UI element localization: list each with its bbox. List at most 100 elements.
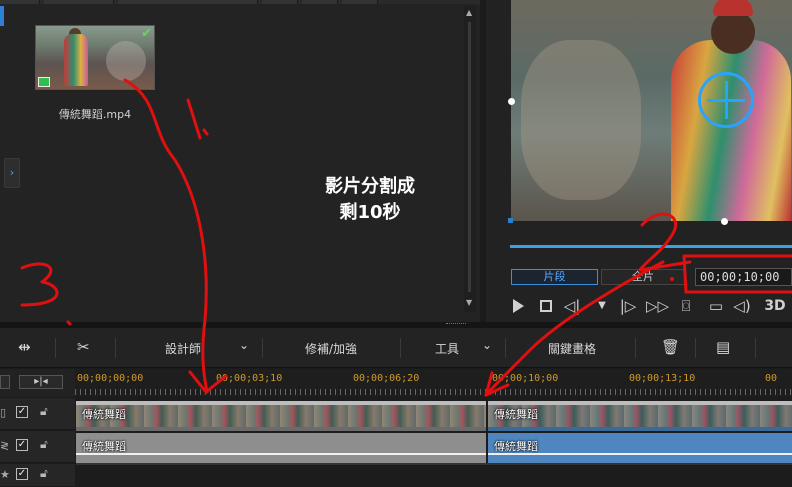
audio-clip[interactable]: 傳統舞蹈 bbox=[488, 433, 792, 463]
play-icon[interactable] bbox=[508, 295, 528, 317]
video-background-blur bbox=[521, 40, 641, 200]
lock-icon[interactable]: 🔓︎ bbox=[40, 404, 48, 419]
lock-icon[interactable]: 🔓︎ bbox=[40, 466, 48, 481]
library-tab[interactable] bbox=[302, 0, 338, 4]
track-enable-checkbox[interactable]: ✓ bbox=[16, 439, 28, 451]
expand-panel-button[interactable]: › bbox=[4, 158, 20, 188]
film-icon bbox=[38, 77, 50, 87]
separator bbox=[755, 338, 756, 358]
3d-mode-button[interactable]: 3D bbox=[762, 295, 788, 317]
video-editor-window: › ✔ 傳統舞蹈.mp4 ▲ ▼ 影片分割成 剩10秒 片段 全片 00;00;… bbox=[0, 0, 792, 487]
library-tab[interactable] bbox=[44, 0, 114, 4]
separator bbox=[635, 338, 636, 358]
library-tab[interactable] bbox=[262, 0, 298, 4]
media-library-panel: › ✔ 傳統舞蹈.mp4 ▲ ▼ bbox=[0, 0, 480, 322]
full-movie-mode-button[interactable]: 全片 bbox=[601, 269, 685, 285]
ruler-time-label: 00;00;06;20 bbox=[353, 373, 420, 384]
chevron-right-icon: › bbox=[9, 166, 15, 179]
ruler-time-label: 00 bbox=[765, 373, 778, 384]
video-track-header: ▯ ✓ 🔓︎ bbox=[0, 398, 75, 430]
audio-track-header: ≷ ✓ 🔓︎ bbox=[0, 431, 75, 463]
clip-name: 傳統舞蹈 bbox=[494, 440, 538, 453]
track-enable-checkbox[interactable]: ✓ bbox=[16, 468, 28, 480]
library-tab[interactable] bbox=[0, 0, 40, 4]
ruler-time-label: 00;00;00;00 bbox=[77, 373, 144, 384]
annotation-line-1: 影片分割成 bbox=[325, 176, 415, 197]
separator bbox=[505, 338, 506, 358]
preview-progress-bar[interactable] bbox=[510, 245, 792, 248]
chevron-down-icon[interactable]: ⌄ bbox=[239, 338, 249, 352]
timecode-field[interactable]: 00;00;10;00 bbox=[695, 268, 792, 286]
resize-handle[interactable] bbox=[508, 98, 515, 105]
playback-controls: ◁| ▼ |▷ ▷▷ ⌼ ▭ ◁) 3D bbox=[506, 295, 792, 317]
library-top-bar bbox=[0, 0, 480, 4]
scroll-down-icon[interactable]: ▼ bbox=[466, 298, 472, 307]
fit-tracks-button[interactable]: ▸|◂ bbox=[19, 375, 63, 389]
separator bbox=[262, 338, 263, 358]
library-tab[interactable] bbox=[118, 0, 258, 4]
audio-track-icon: ≷ bbox=[0, 439, 10, 452]
media-thumbnail[interactable]: ✔ bbox=[35, 25, 155, 90]
thumbnail-label: 傳統舞蹈.mp4 bbox=[58, 108, 132, 121]
scroll-up-icon[interactable]: ▲ bbox=[466, 8, 472, 17]
effect-track-header: ★ ✓ 🔓︎ bbox=[0, 464, 75, 487]
panel-accent bbox=[0, 6, 4, 26]
clip-filmstrip bbox=[76, 405, 486, 427]
separator bbox=[695, 338, 696, 358]
separator bbox=[400, 338, 401, 358]
tools-menu[interactable]: 工具 bbox=[435, 340, 459, 357]
timeline-toolbar: ⇹ ✂ 設計師 ⌄ 修補/加強 工具 ⌄ 關鍵畫格 🗑 ▤ bbox=[0, 328, 792, 368]
scissors-icon[interactable]: ✂ bbox=[77, 338, 90, 356]
stop-icon[interactable] bbox=[536, 295, 556, 317]
annotation-text: 影片分割成 剩10秒 bbox=[290, 174, 450, 226]
fast-forward-icon[interactable]: ▷▷ bbox=[646, 295, 669, 317]
enhance-menu[interactable]: 修補/加強 bbox=[305, 340, 357, 357]
library-tab[interactable] bbox=[342, 0, 378, 4]
separator bbox=[55, 338, 56, 358]
volume-line bbox=[76, 453, 486, 455]
timeline-ruler[interactable]: 00;00;00;00 00;00;03;10 00;00;06;20 00;0… bbox=[75, 369, 792, 397]
divider-grip bbox=[446, 323, 466, 326]
camera-icon[interactable]: ⌼ bbox=[676, 295, 696, 317]
keyframes-button[interactable]: 關鍵畫格 bbox=[548, 340, 596, 357]
preview-video[interactable] bbox=[511, 0, 792, 221]
subtitle-icon[interactable]: ▭ bbox=[706, 295, 726, 317]
annotation-line-2: 剩10秒 bbox=[339, 202, 401, 223]
audio-clip[interactable]: 傳統舞蹈 bbox=[76, 433, 486, 463]
clip-name: 傳統舞蹈 bbox=[82, 440, 126, 453]
trash-icon[interactable]: 🗑 bbox=[661, 338, 680, 356]
star-icon: ★ bbox=[0, 468, 10, 481]
crosshair-icon[interactable] bbox=[698, 72, 754, 128]
ruler-time-label: 00;00;10;00 bbox=[492, 373, 559, 384]
fit-tracks-icon: ▸|◂ bbox=[34, 376, 48, 387]
chevron-down-icon[interactable]: ⌄ bbox=[482, 338, 492, 352]
checkmark-icon: ✔ bbox=[141, 26, 152, 41]
thumbnail-background bbox=[106, 41, 146, 81]
track-toggle-button[interactable] bbox=[0, 375, 10, 389]
scroll-track bbox=[468, 22, 471, 292]
track-icon: ▯ bbox=[0, 406, 7, 419]
export-list-icon[interactable]: ▤ bbox=[716, 338, 730, 356]
volume-icon[interactable]: ◁) bbox=[732, 295, 752, 317]
track-enable-checkbox[interactable]: ✓ bbox=[16, 406, 28, 418]
video-clip[interactable]: 傳統舞蹈 bbox=[76, 401, 486, 431]
clip-name: 傳統舞蹈 bbox=[494, 408, 538, 421]
separator bbox=[115, 338, 116, 358]
resize-handle[interactable] bbox=[508, 218, 513, 223]
video-clip[interactable]: 傳統舞蹈 bbox=[488, 401, 792, 431]
fit-timeline-icon[interactable]: ⇹ bbox=[18, 338, 31, 356]
ruler-time-label: 00;00;13;10 bbox=[629, 373, 696, 384]
resize-handle[interactable] bbox=[721, 218, 728, 225]
timeline-header-controls: ▸|◂ bbox=[0, 369, 75, 397]
lock-icon[interactable]: 🔓︎ bbox=[40, 437, 48, 452]
split-marker-icon[interactable]: ▼ bbox=[592, 295, 612, 317]
next-frame-icon[interactable]: |▷ bbox=[618, 295, 638, 317]
designer-menu[interactable]: 設計師 bbox=[165, 340, 201, 357]
clip-mode-button[interactable]: 片段 bbox=[511, 269, 598, 285]
library-scrollbar[interactable]: ▲ ▼ bbox=[464, 6, 476, 312]
effect-track[interactable] bbox=[75, 464, 792, 487]
thumbnail-figure bbox=[64, 34, 88, 86]
ruler-ticks bbox=[75, 389, 792, 395]
video-subject-face bbox=[711, 10, 755, 54]
previous-frame-icon[interactable]: ◁| bbox=[562, 295, 582, 317]
